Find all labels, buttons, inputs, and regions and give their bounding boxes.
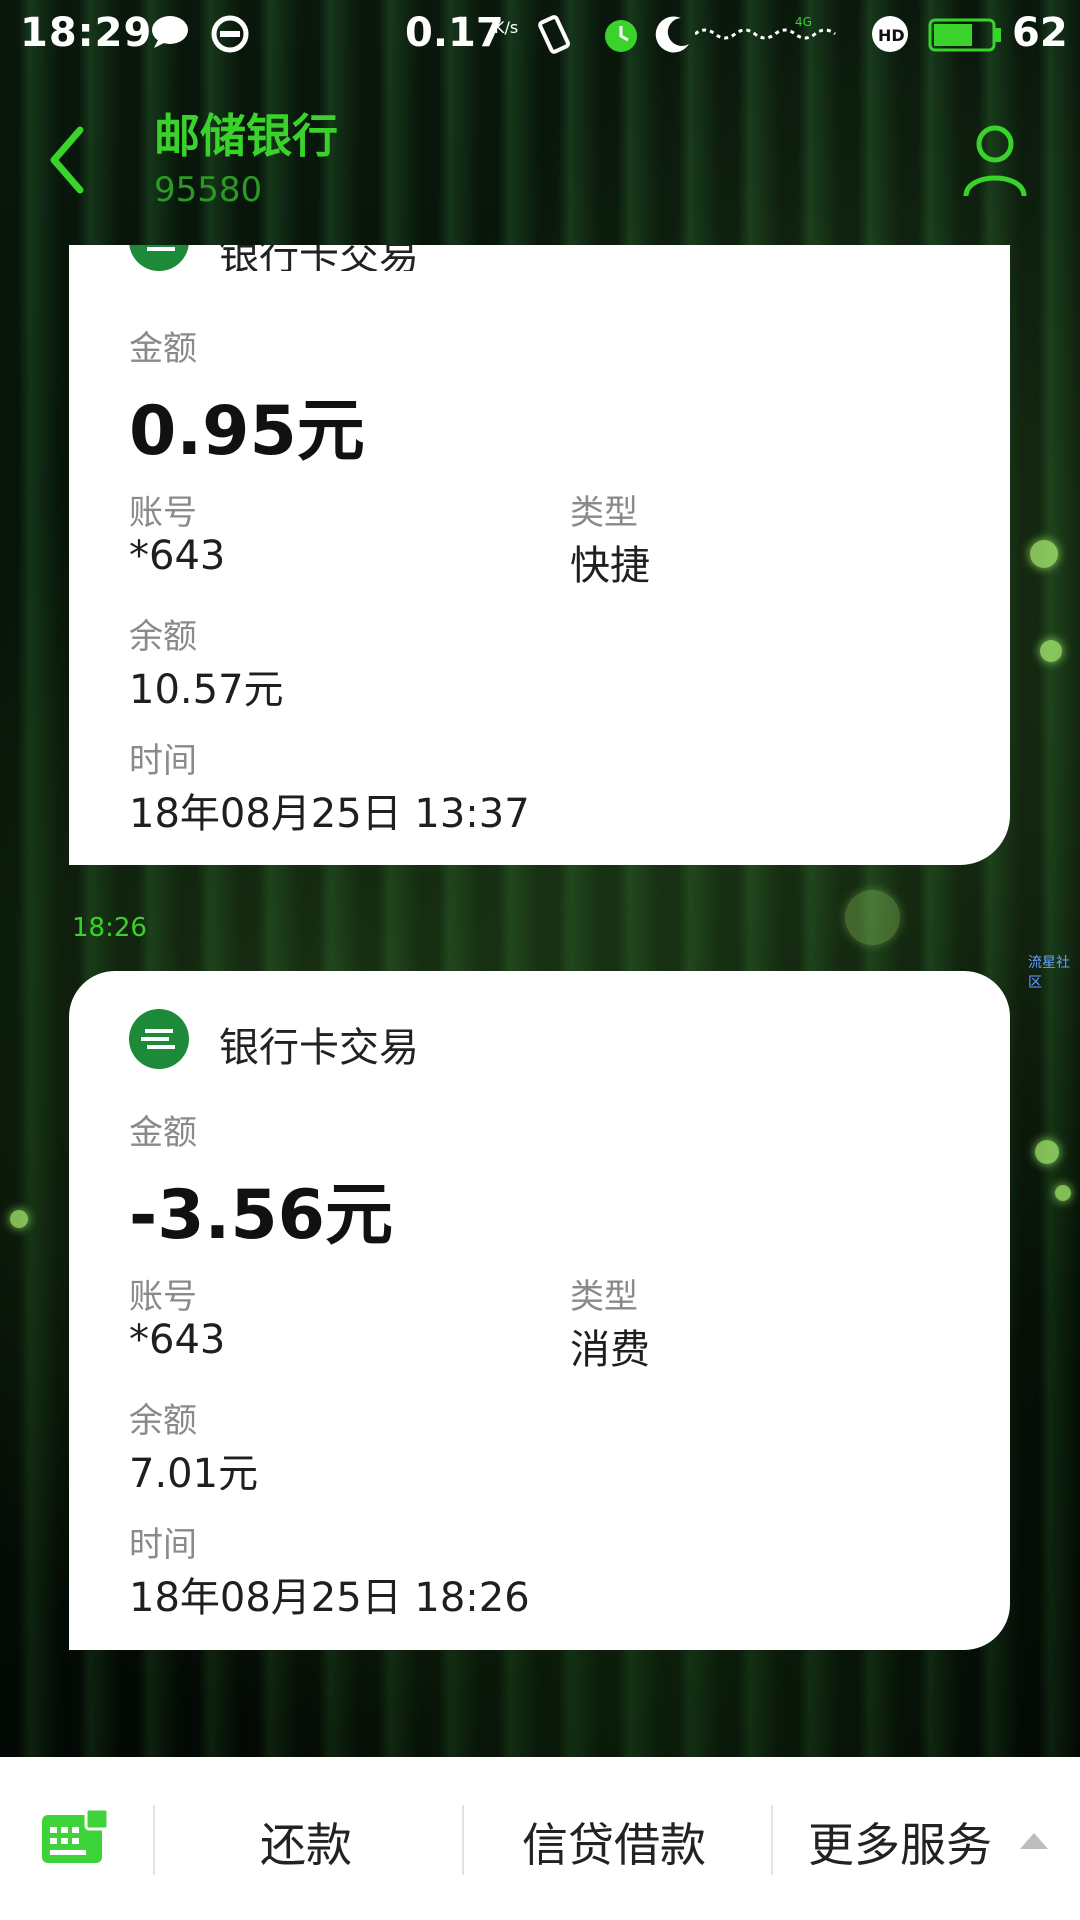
signal-icon: 4G [695, 15, 836, 40]
type-value: 快捷 [570, 543, 650, 589]
amount-value: 0.95元 [129, 392, 365, 471]
balance-label: 余额 [129, 617, 197, 657]
balance-value: 7.01元 [129, 1451, 259, 1497]
hd-icon: HD [872, 16, 908, 52]
firefly-light [845, 890, 900, 945]
battery-icon [928, 18, 1001, 52]
caret-up-icon [1020, 1833, 1048, 1849]
network-type: 4G [795, 15, 812, 29]
card-title: 银行卡交易 [219, 245, 419, 271]
menu-divider [462, 1805, 464, 1875]
amount-label: 金额 [129, 1113, 197, 1153]
status-bar: 18:29 0.17 K/s 4G HD 62 [0, 0, 1080, 70]
type-value: 消费 [570, 1327, 650, 1373]
chat-bubble-icon [152, 16, 188, 48]
bank-logo-icon [129, 245, 189, 271]
time-label: 时间 [129, 741, 197, 781]
type-label: 类型 [570, 493, 638, 533]
time-value: 18年08月25日 18:26 [129, 1575, 530, 1621]
account-label: 账号 [129, 493, 197, 533]
back-arrow-icon[interactable] [40, 120, 100, 200]
balance-value: 10.57元 [129, 667, 284, 713]
vibrate-icon [538, 15, 571, 54]
firefly-light [1040, 640, 1062, 662]
firefly-light [1055, 1185, 1071, 1201]
contact-number: 95580 [154, 170, 263, 210]
type-label: 类型 [570, 1277, 638, 1317]
time-value: 18年08月25日 13:37 [129, 791, 530, 837]
menu-divider [771, 1805, 773, 1875]
alarm-icon [605, 20, 637, 52]
time-label: 时间 [129, 1525, 197, 1565]
svg-text:HD: HD [878, 26, 905, 45]
transaction-card[interactable]: 银行卡交易 金额 0.95元 账号 *643 类型 快捷 余额 10.57元 时… [69, 245, 1010, 865]
net-speed-unit: K/s [494, 18, 519, 37]
bank-logo-icon [129, 1009, 189, 1069]
menu-divider [153, 1805, 155, 1875]
card-title: 银行卡交易 [219, 1025, 419, 1071]
firefly-light [1035, 1140, 1059, 1164]
credit-loan-button[interactable]: 信贷借款 [522, 1809, 706, 1875]
conversation-header: 邮储银行 95580 [0, 80, 1080, 230]
message-timestamp: 18:26 [72, 913, 147, 943]
account-label: 账号 [129, 1277, 197, 1317]
card-header-clip: 银行卡交易 [69, 245, 1010, 271]
profile-icon[interactable] [960, 120, 1030, 200]
transaction-card[interactable]: 银行卡交易 金额 -3.56元 账号 *643 类型 消费 余额 7.01元 时… [69, 971, 1010, 1650]
firefly-light [10, 1210, 28, 1228]
keyboard-icon[interactable] [40, 1807, 110, 1867]
balance-label: 余额 [129, 1401, 197, 1441]
account-value: *643 [129, 533, 226, 579]
watermark-text: 流星社区 [1028, 955, 1070, 991]
amount-label: 金额 [129, 329, 197, 369]
account-value: *643 [129, 1317, 226, 1363]
service-menu-bar: 还款 信贷借款 更多服务 [0, 1757, 1080, 1920]
firefly-light [1030, 540, 1058, 568]
amount-value: -3.56元 [129, 1176, 393, 1255]
more-services-button[interactable]: 更多服务 [808, 1809, 992, 1875]
repayment-button[interactable]: 还款 [260, 1809, 352, 1875]
app-icon [211, 15, 249, 53]
status-time: 18:29 [20, 10, 153, 56]
net-speed: 0.17 [405, 10, 504, 56]
contact-name: 邮储银行 [154, 109, 338, 163]
moon-icon [655, 16, 689, 53]
battery-level: 62 [1012, 10, 1068, 56]
